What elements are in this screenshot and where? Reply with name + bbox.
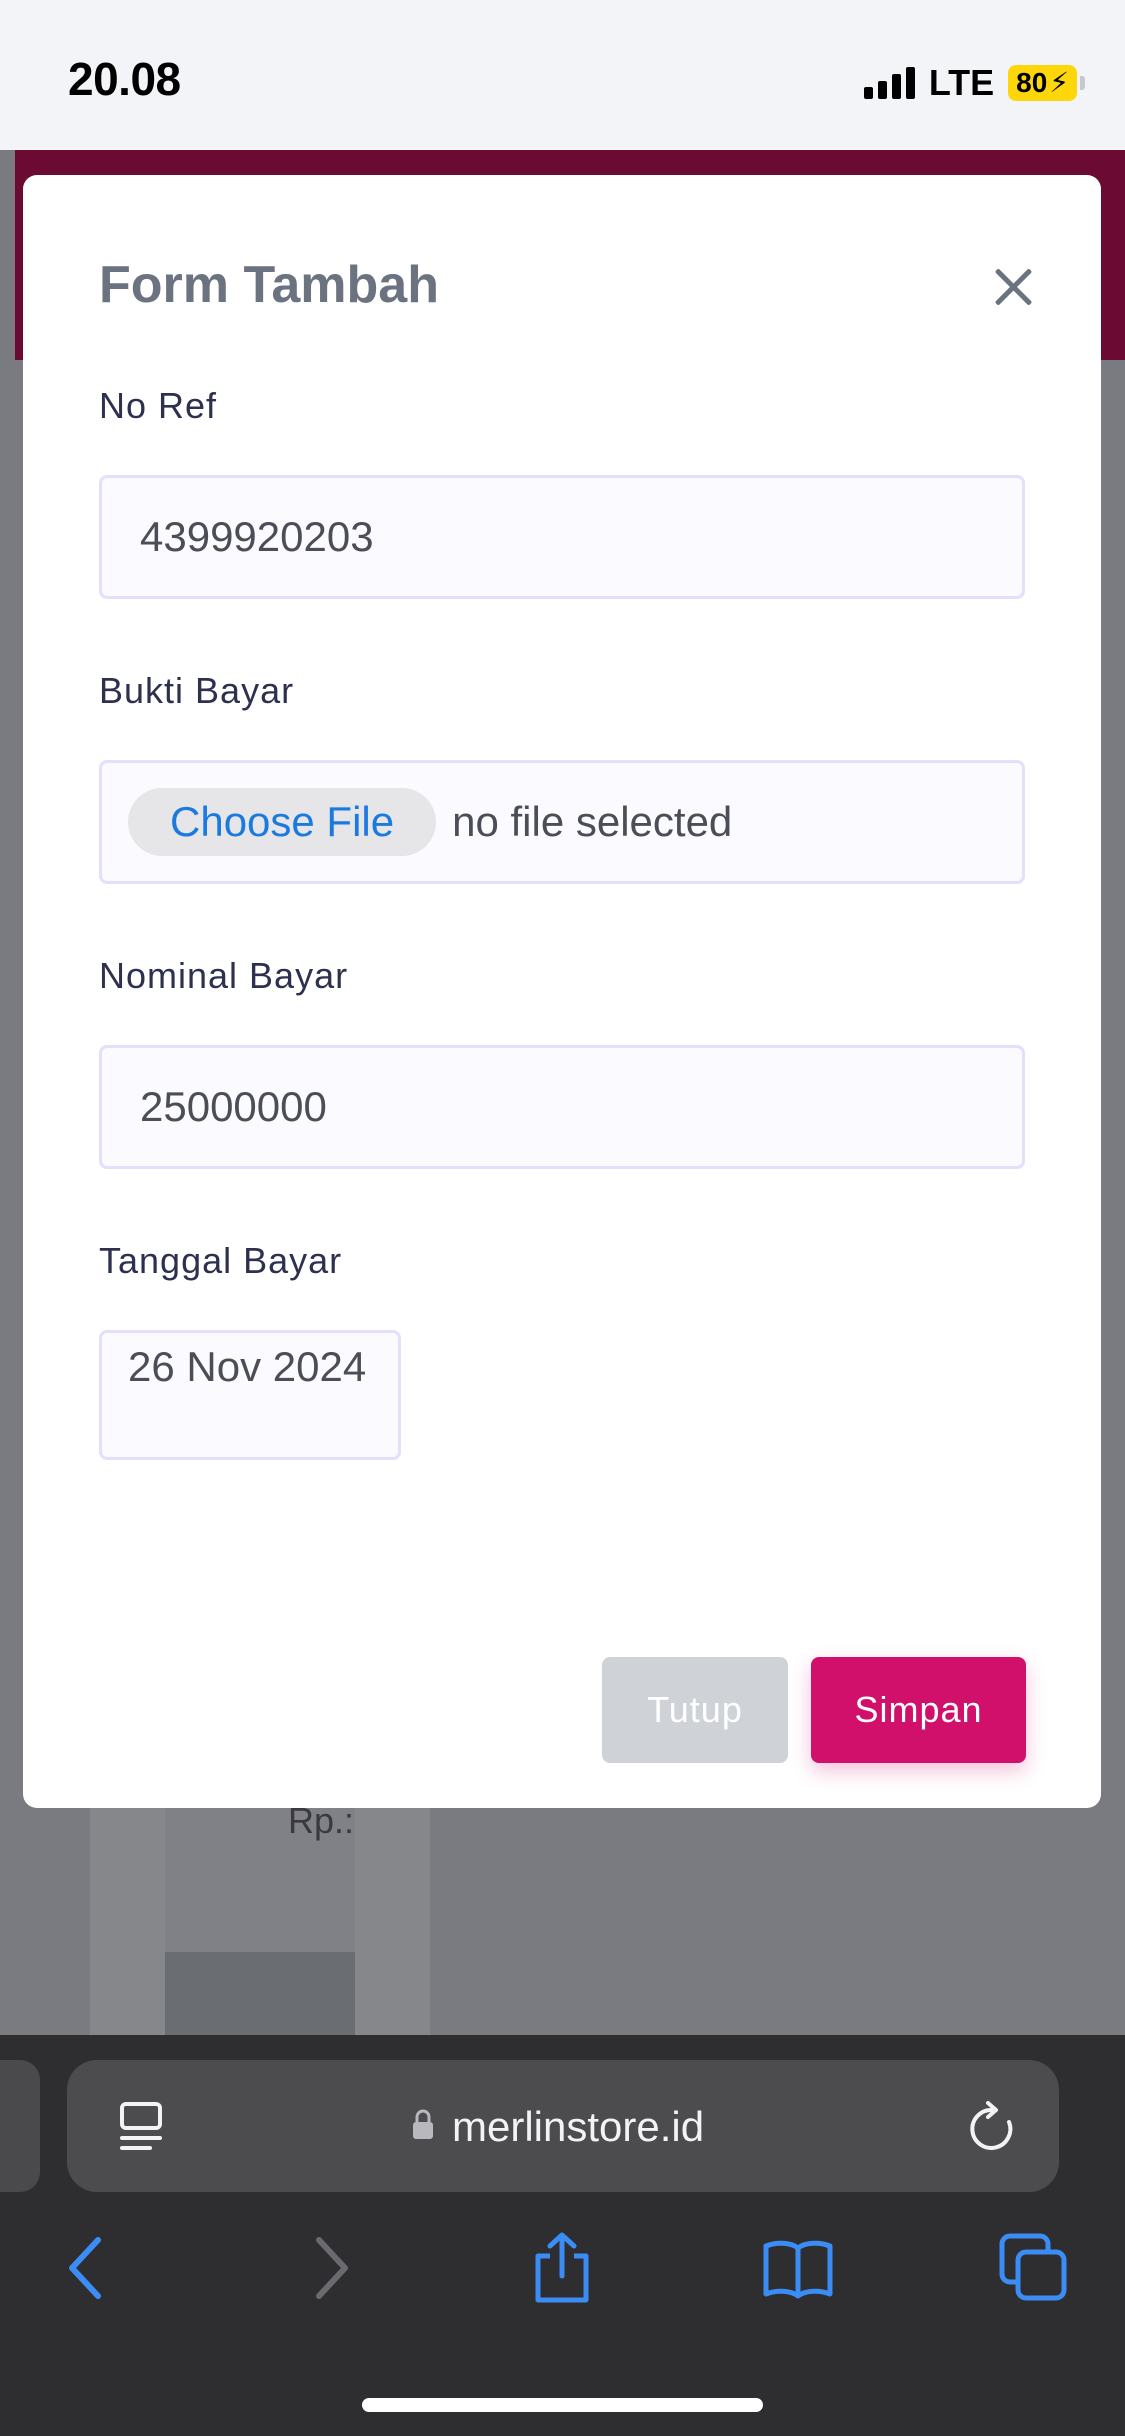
share-icon[interactable] <box>526 2232 598 2304</box>
battery-level: 80 <box>1016 67 1048 98</box>
bookmarks-icon[interactable] <box>762 2232 834 2304</box>
lock-icon <box>413 2109 433 2139</box>
no-ref-input[interactable]: 4399920203 <box>99 475 1025 599</box>
status-indicators: LTE 80 ⚡ <box>863 62 1085 104</box>
status-bar: 20.08 LTE 80 ⚡ <box>0 0 1125 150</box>
close-icon[interactable] <box>993 267 1033 307</box>
form-modal: Form Tambah No Ref 4399920203 Bukti Baya… <box>23 175 1101 1808</box>
tanggal-bayar-date-input[interactable]: 26 Nov 2024 <box>99 1330 401 1460</box>
simpan-button[interactable]: Simpan <box>811 1657 1026 1763</box>
no-ref-label: No Ref <box>99 385 218 426</box>
signal-icon <box>863 67 915 99</box>
charging-icon: ⚡ <box>1049 67 1069 98</box>
choose-file-button[interactable]: Choose File <box>128 788 437 856</box>
tanggal-bayar-label: Tanggal Bayar <box>99 1240 343 1281</box>
modal-title: Form Tambah <box>99 256 439 314</box>
bukti-bayar-file-input[interactable]: Choose File no file selected <box>99 760 1025 884</box>
background-block <box>165 1952 355 2035</box>
status-time: 20.08 <box>68 53 181 105</box>
nominal-bayar-label: Nominal Bayar <box>99 955 349 996</box>
bukti-bayar-label: Bukti Bayar <box>99 670 295 711</box>
back-icon[interactable] <box>52 2232 124 2304</box>
tabs-icon[interactable] <box>998 2232 1070 2304</box>
url-text[interactable]: merlinstore.id <box>452 2103 704 2151</box>
reload-icon[interactable] <box>966 2100 1018 2154</box>
forward-icon[interactable] <box>293 2232 365 2304</box>
battery-icon: 80 ⚡ <box>1008 65 1085 101</box>
tutup-button[interactable]: Tutup <box>602 1657 788 1763</box>
nominal-bayar-input[interactable]: 25000000 <box>99 1045 1025 1169</box>
file-status: no file selected <box>452 798 733 845</box>
network-type: LTE <box>928 62 995 103</box>
reader-icon[interactable] <box>118 2100 164 2154</box>
previous-tab-peek[interactable] <box>0 2060 40 2192</box>
home-indicator[interactable] <box>362 2398 763 2412</box>
